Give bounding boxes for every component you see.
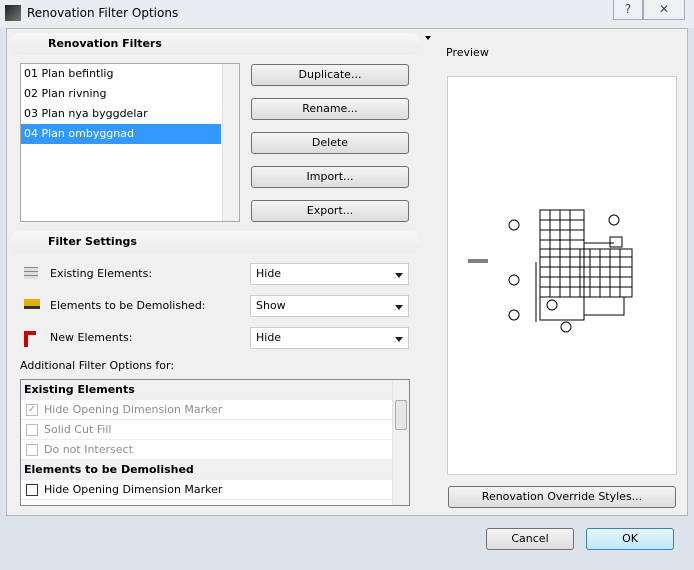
filter-list-item[interactable]: 03 Plan nya byggdelar (21, 104, 221, 124)
panel-collapse-icon[interactable] (425, 36, 431, 40)
checkbox (26, 424, 38, 436)
filter-list-item[interactable]: 04 Plan ombyggnad (21, 124, 221, 144)
option-checkbox-row: Do not Intersect (21, 440, 392, 460)
setting-dropdown[interactable]: Hide (250, 327, 409, 349)
renovation-filters-heading: Renovation Filters (10, 33, 420, 55)
close-button[interactable]: ✕ (643, 0, 685, 20)
import-button[interactable]: Import... (251, 166, 409, 188)
chevron-down-icon (395, 305, 403, 310)
scrollbar-thumb[interactable] (395, 400, 407, 430)
checkbox: ✓ (26, 404, 38, 416)
export-button[interactable]: Export... (251, 200, 409, 222)
app-icon (5, 5, 21, 21)
ok-button[interactable]: OK (586, 528, 674, 550)
option-checkbox-row: ✓ Hide Opening Dimension Marker (21, 400, 392, 420)
floor-plan-preview (468, 209, 633, 333)
renovation-override-styles-button[interactable]: Renovation Override Styles... (448, 486, 676, 508)
rename-button[interactable]: Rename... (251, 98, 409, 120)
setting-dropdown[interactable]: Hide (250, 263, 409, 285)
setting-label: New Elements: (50, 331, 133, 344)
filter-settings-heading: Filter Settings (10, 231, 420, 253)
filter-list-item[interactable]: 01 Plan befintlig (21, 64, 221, 84)
additional-options-list[interactable]: Existing Elements ✓ Hide Opening Dimension… (20, 379, 410, 506)
window-title: Renovation Filter Options (27, 6, 179, 20)
filter-list-scrollbar[interactable] (222, 64, 239, 221)
title-bar: Renovation Filter Options ? ✕ (0, 0, 694, 28)
dropdown-value: Hide (256, 331, 282, 344)
chevron-down-icon (395, 337, 403, 342)
group-header: Existing Elements (21, 380, 392, 400)
setting-dropdown[interactable]: Show (250, 295, 409, 317)
setting-label: Elements to be Demolished: (50, 299, 206, 312)
crane-icon (24, 331, 36, 347)
filter-list-item[interactable]: 02 Plan rivning (21, 84, 221, 104)
dropdown-value: Show (256, 299, 286, 312)
checkbox (26, 444, 38, 456)
preview-label: Preview (446, 46, 489, 59)
additional-options-label: Additional Filter Options for: (20, 359, 175, 372)
preview-canvas (447, 76, 677, 475)
setting-label: Existing Elements: (50, 267, 153, 280)
chevron-down-icon (395, 273, 403, 278)
brick-wall-icon (24, 267, 38, 279)
option-checkbox-row[interactable]: Hide Opening Dimension Marker (21, 480, 392, 500)
option-label: Solid Cut Fill (44, 423, 112, 436)
dropdown-value: Hide (256, 267, 282, 280)
delete-button[interactable]: Delete (251, 132, 409, 154)
option-label: Hide Opening Dimension Marker (44, 403, 223, 416)
checkbox[interactable] (26, 484, 38, 496)
option-label: Do not Intersect (44, 443, 133, 456)
help-button[interactable]: ? (613, 0, 643, 20)
options-scrollbar[interactable] (392, 380, 409, 505)
cancel-button[interactable]: Cancel (486, 528, 574, 550)
group-header: Elements to be Demolished (21, 460, 392, 480)
option-checkbox-row: Solid Cut Fill (21, 420, 392, 440)
duplicate-button[interactable]: Duplicate... (251, 64, 409, 86)
bulldozer-icon (24, 299, 40, 309)
filter-list[interactable]: 01 Plan befintlig 02 Plan rivning 03 Plan … (20, 63, 240, 222)
option-label: Hide Opening Dimension Marker (44, 483, 223, 496)
